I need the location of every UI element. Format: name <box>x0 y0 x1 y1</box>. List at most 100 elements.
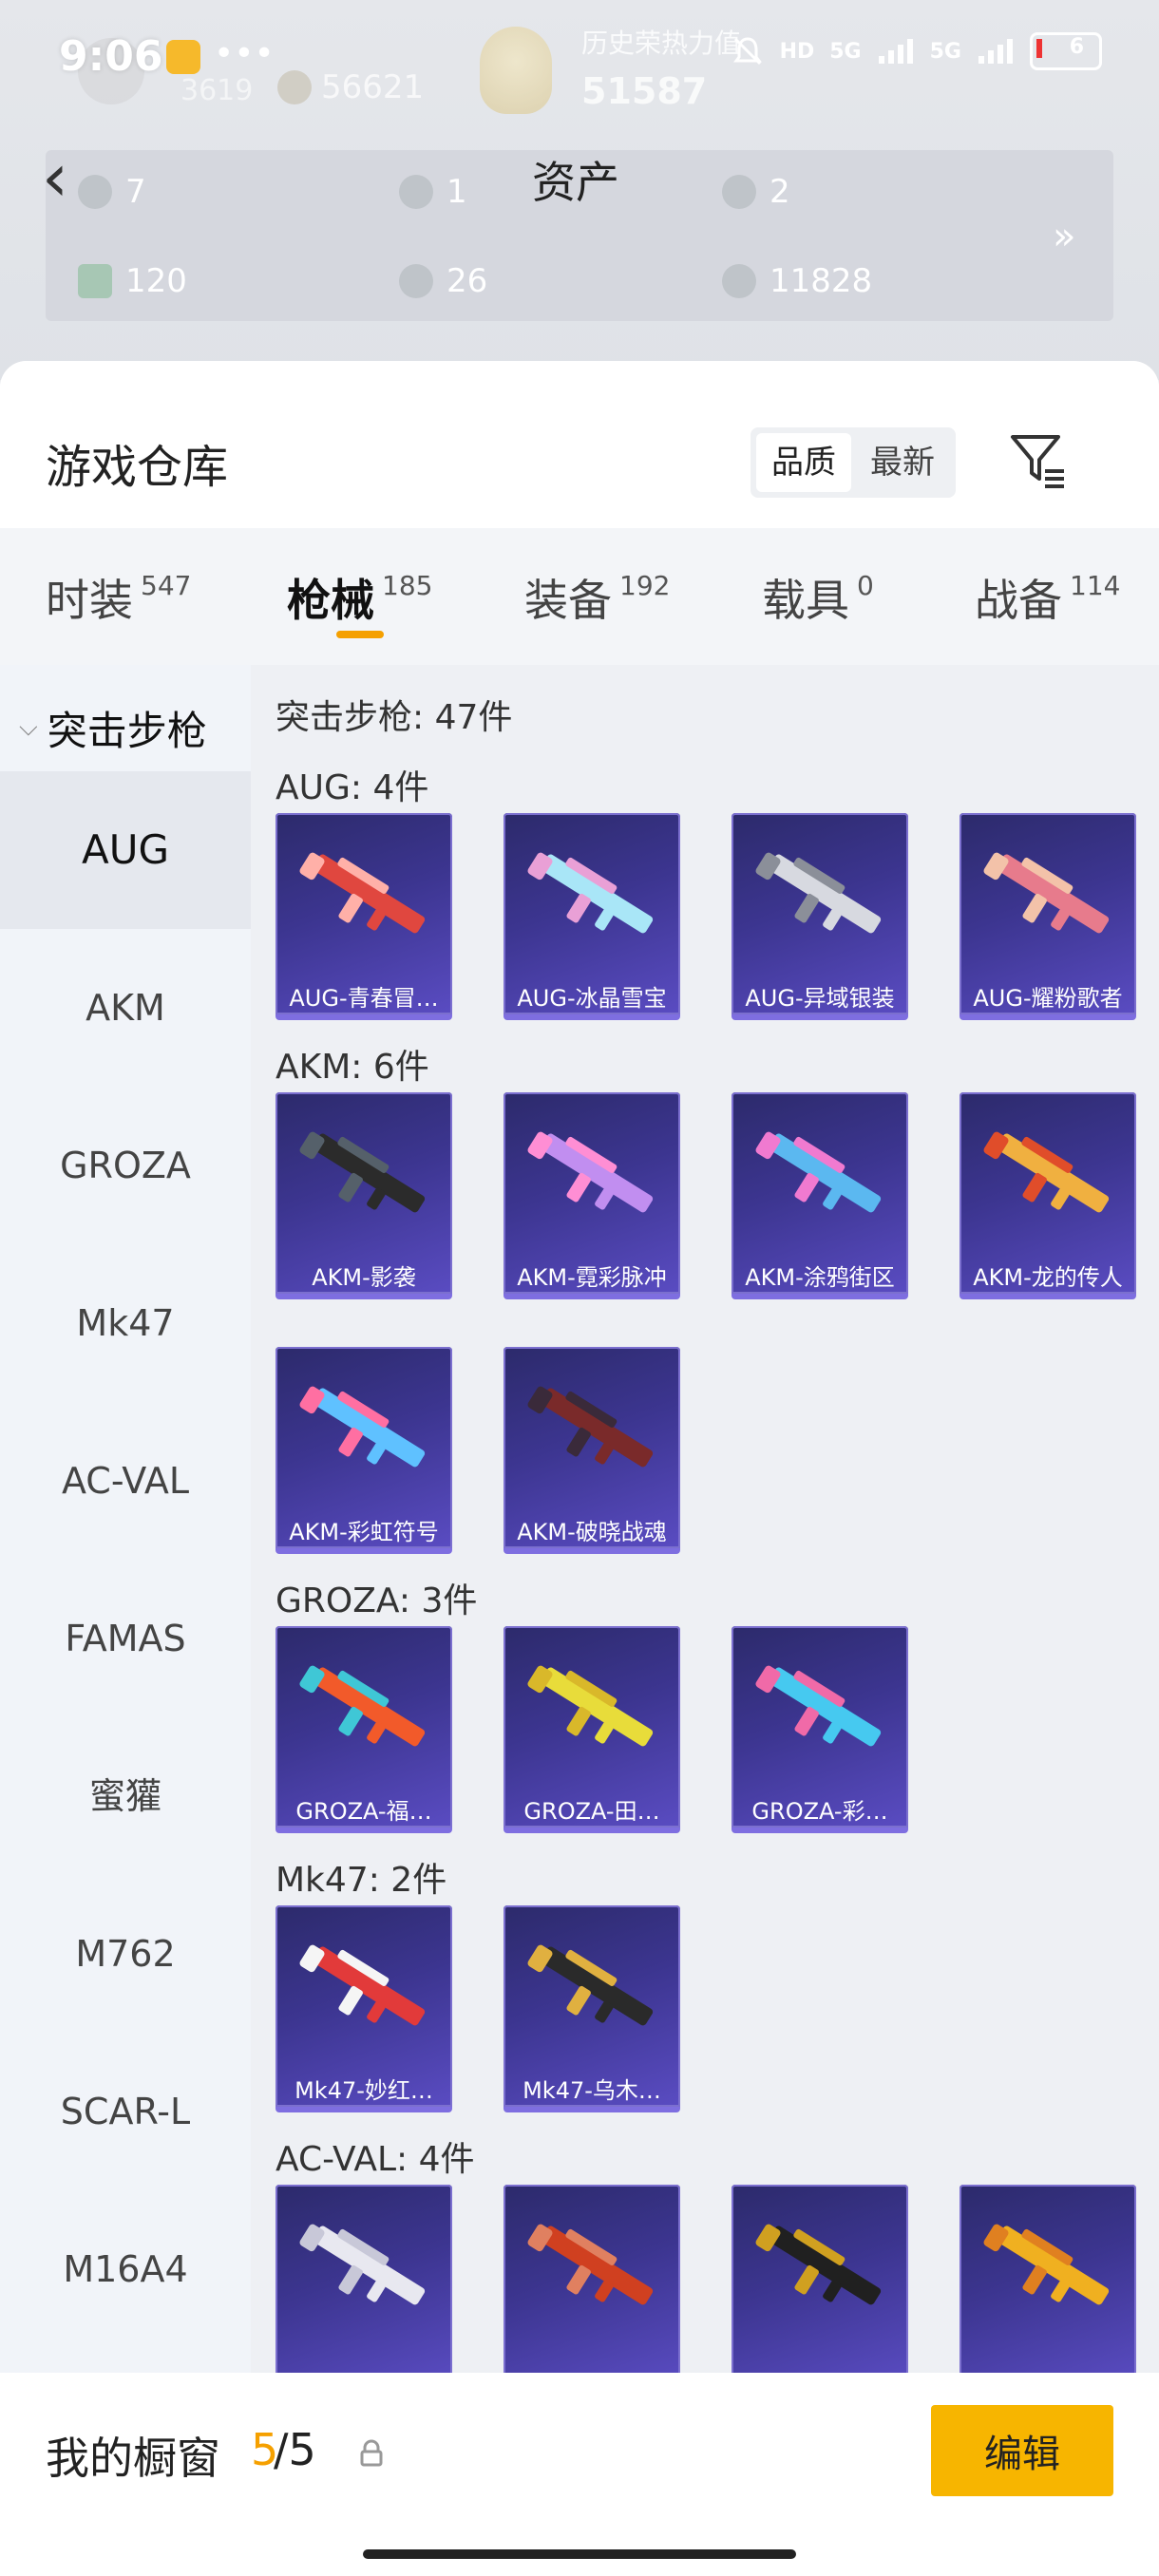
tab-supplies[interactable]: 战备 114 <box>975 566 1120 629</box>
weapon-skin-name: Mk47-乌木… <box>522 2077 661 2104</box>
network-5g-b: 5G <box>929 39 961 64</box>
weapon-skin-name: AKM-影袭 <box>312 1264 416 1291</box>
sidebar-item[interactable]: AC-VAL <box>0 1402 251 1560</box>
rifle-icon <box>755 1665 882 1747</box>
medal-icon <box>277 70 312 104</box>
weapon-card[interactable]: AUG-异域银装 <box>732 813 908 1020</box>
network-5g-a: 5G <box>829 39 862 64</box>
tab-costume[interactable]: 时装 547 <box>46 566 191 629</box>
weapon-skin-name: GROZA-福… <box>295 1798 432 1825</box>
group-title: AKM: 6件 <box>276 1048 429 1087</box>
tab-vehicles[interactable]: 载具 0 <box>762 566 874 629</box>
hd-badge: HD <box>779 39 815 64</box>
rank-value: 3619 <box>180 74 254 107</box>
weapon-skin-name: AUG-异域银装 <box>745 985 895 1012</box>
warehouse-header: 游戏仓库 品质 最新 <box>0 361 1159 528</box>
expand-assets-icon[interactable]: » <box>1053 215 1075 258</box>
sidebar-item[interactable]: FAMAS <box>0 1560 251 1717</box>
weapon-card[interactable]: AKM-涂鸦街区 <box>732 1092 908 1299</box>
weapon-card[interactable]: AKM-彩虹符号 <box>276 1347 452 1554</box>
showcase-total: /5 <box>274 2424 316 2475</box>
assets-title: 资产 <box>532 157 619 208</box>
tab-equipment[interactable]: 装备 192 <box>524 566 670 629</box>
clock: 9:06 <box>59 32 163 81</box>
weapon-card[interactable]: AUG-耀粉歌者 <box>960 813 1136 1020</box>
rifle-icon <box>527 1665 654 1747</box>
rifle-icon <box>299 1665 426 1747</box>
lock-icon <box>360 2439 383 2467</box>
weapon-card[interactable] <box>276 2185 452 2392</box>
weapon-card[interactable]: GROZA-彩… <box>732 1626 908 1833</box>
heat-hint: 历史荣热力值 <box>581 28 742 59</box>
sidebar-item[interactable]: M762 <box>0 1875 251 2033</box>
asset-item: 11828 <box>722 262 872 300</box>
sort-newest-option[interactable]: 最新 <box>855 433 950 492</box>
coin-icon <box>78 175 112 209</box>
sidebar-item[interactable]: SCAR-L <box>0 2033 251 2190</box>
rifle-icon <box>983 852 1110 934</box>
asset-item: 2 <box>722 173 790 211</box>
weapon-skin-name: AUG-冰晶雪宝 <box>517 985 667 1012</box>
weapon-skin-name: AKM-霓彩脉冲 <box>517 1264 667 1291</box>
sort-toggle: 品质 最新 <box>750 427 956 498</box>
edit-button[interactable]: 编辑 <box>931 2405 1113 2496</box>
coin-icon <box>722 175 756 209</box>
weapon-skin-name: GROZA-田… <box>523 1798 660 1825</box>
sidebar-item[interactable]: GROZA <box>0 1087 251 1244</box>
weapon-card[interactable]: Mk47-妙红… <box>276 1905 452 2112</box>
sidebar-item[interactable]: AKM <box>0 929 251 1087</box>
weapon-card[interactable]: AUG-青春冒… <box>276 813 452 1020</box>
group-title: AUG: 4件 <box>276 768 429 807</box>
weapon-card[interactable]: AKM-龙的传人 <box>960 1092 1136 1299</box>
weapon-card[interactable]: AUG-冰晶雪宝 <box>504 813 680 1020</box>
rifle-icon <box>299 1131 426 1213</box>
group-title: GROZA: 3件 <box>276 1582 478 1620</box>
rifle-icon <box>527 1944 654 2026</box>
asset-item: 7 <box>78 173 146 211</box>
sidebar-item[interactable]: AUG <box>0 771 251 929</box>
signal-icon <box>878 39 913 64</box>
trophy-icon <box>480 27 552 114</box>
weapon-card[interactable] <box>504 2185 680 2392</box>
group-title: AC-VAL: 4件 <box>276 2140 475 2179</box>
weapon-skin-name: AUG-青春冒… <box>289 985 439 1012</box>
weapon-grid: 突击步枪: 47件 AUG: 4件 AUG-青春冒… AUG-冰晶雪宝 AUG-异域银… <box>251 665 1159 2576</box>
rifle-icon <box>983 1131 1110 1213</box>
weapon-card[interactable]: AKM-破晓战魂 <box>504 1347 680 1554</box>
rifle-icon <box>755 1131 882 1213</box>
total-count: 突击步枪: 47件 <box>276 698 513 737</box>
weapon-card[interactable]: Mk47-乌木… <box>504 1905 680 2112</box>
heat-score: 51587 <box>581 70 708 112</box>
sidebar-item[interactable]: M16A4 <box>0 2190 251 2348</box>
back-arrow-icon[interactable]: ‹ <box>42 144 68 211</box>
sidebar-item[interactable]: Mk47 <box>0 1244 251 1402</box>
filter-icon[interactable] <box>1007 429 1070 492</box>
sort-quality-option[interactable]: 品质 <box>756 433 851 492</box>
rifle-icon <box>983 2224 1110 2305</box>
rifle-icon <box>299 1386 426 1468</box>
category-tabs: 时装 547 枪械 185 装备 192 载具 0 战备 114 <box>0 528 1159 665</box>
showcase-bar: 我的橱窗 5 /5 编辑 <box>0 2373 1159 2576</box>
asset-item: 1 <box>399 173 467 211</box>
group-title: Mk47: 2件 <box>276 1861 447 1900</box>
weapon-card[interactable] <box>732 2185 908 2392</box>
weapon-card[interactable]: AKM-霓彩脉冲 <box>504 1092 680 1299</box>
category-header-assault-rifle[interactable]: ⌵ 突击步枪 <box>19 684 207 771</box>
weapon-card[interactable]: GROZA-田… <box>504 1626 680 1833</box>
asset-item: 26 <box>399 262 487 300</box>
weapon-card[interactable] <box>960 2185 1136 2392</box>
weapon-card[interactable]: AKM-影袭 <box>276 1092 452 1299</box>
mute-icon <box>732 37 762 66</box>
tab-weapons[interactable]: 枪械 185 <box>287 566 432 629</box>
coin-icon <box>399 175 433 209</box>
gem-icon <box>399 264 433 298</box>
sidebar-item[interactable]: 蜜獾 <box>0 1717 251 1875</box>
showcase-title: 我的橱窗 <box>46 2433 220 2484</box>
weapon-card[interactable]: GROZA-福… <box>276 1626 452 1833</box>
home-indicator[interactable] <box>363 2549 796 2559</box>
weapon-skin-name: AKM-破晓战魂 <box>517 1519 667 1545</box>
signal-icon-2 <box>978 39 1013 64</box>
weapon-type-sidebar: ⌵ 突击步枪 AUG AKM GROZA Mk47 AC-VAL FAMAS 蜜獾 M762 S… <box>0 665 251 2576</box>
chevron-down-icon: ⌵ <box>19 712 38 742</box>
more-notifications-icon: ••• <box>214 34 275 73</box>
